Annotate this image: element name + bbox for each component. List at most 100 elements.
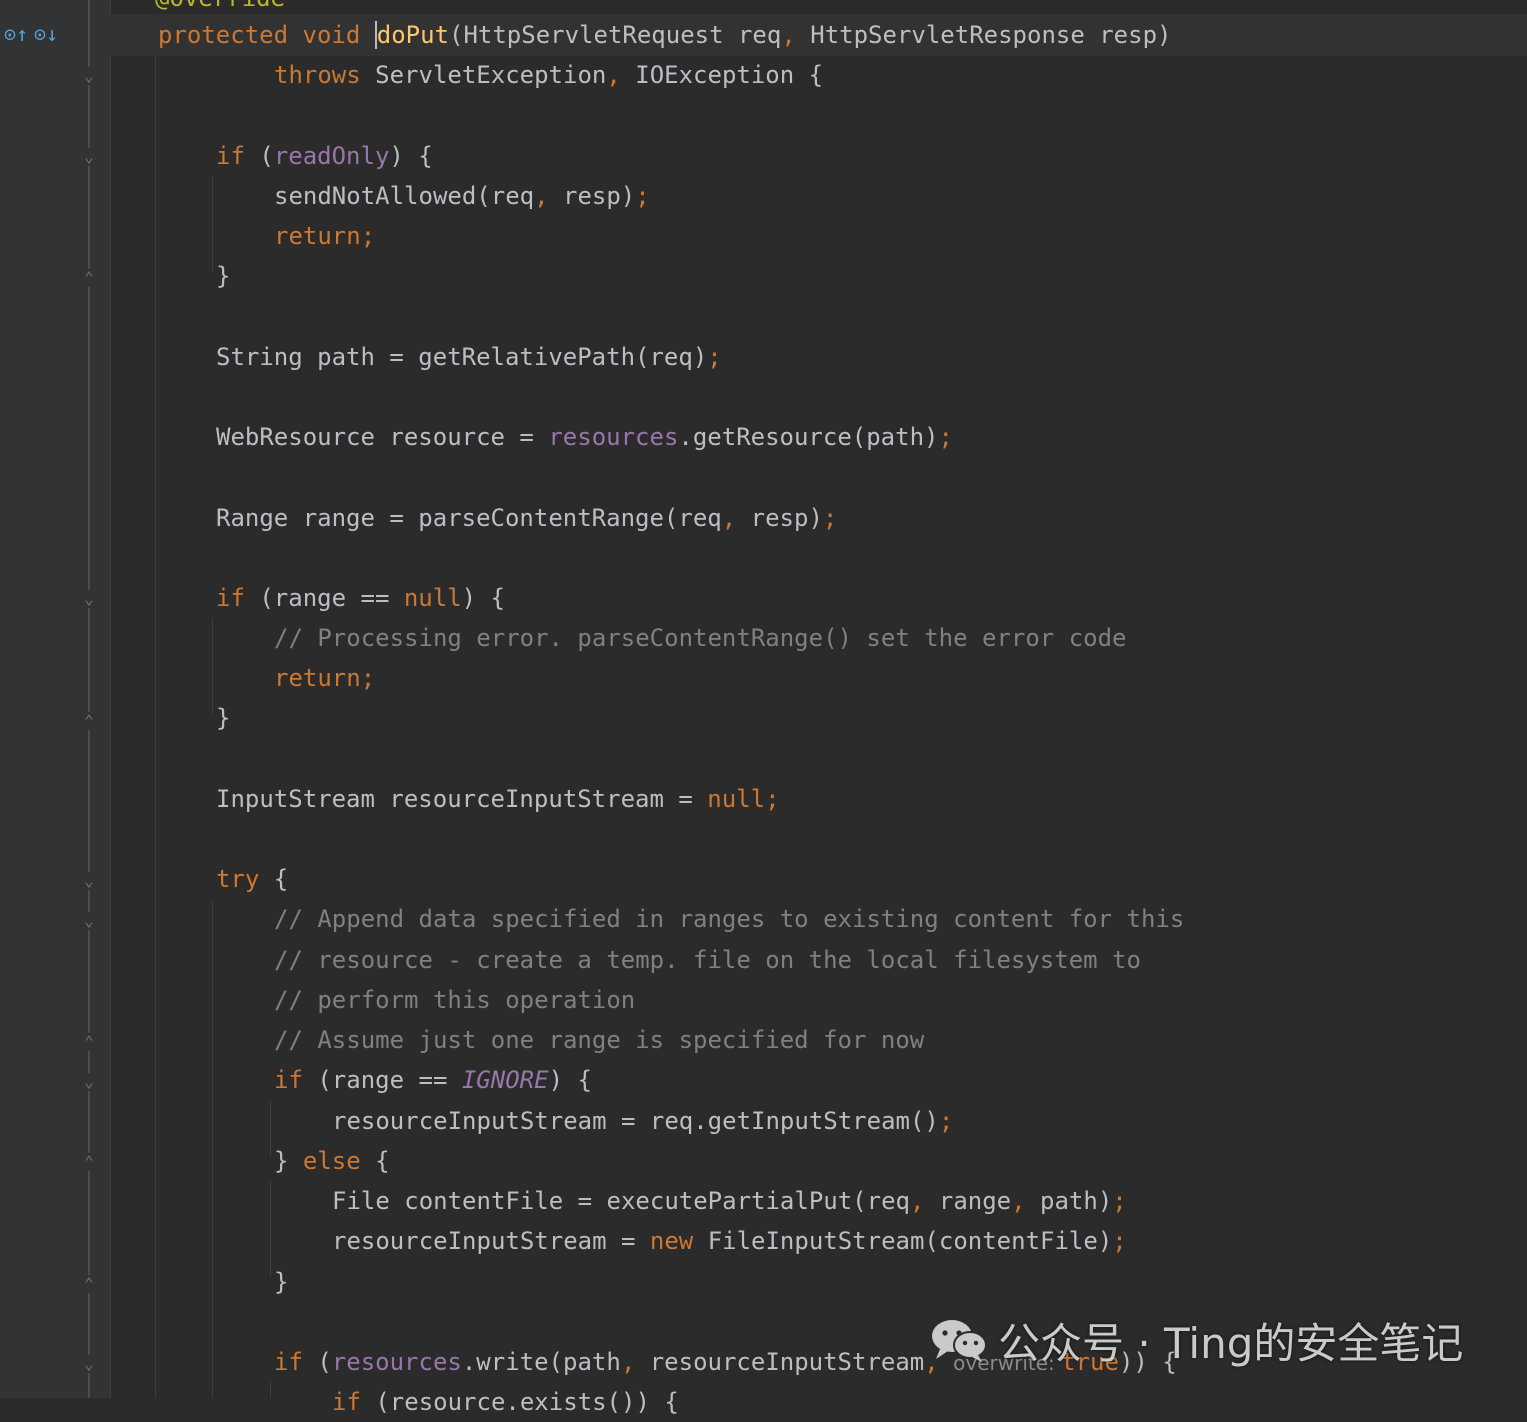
indent-guide	[270, 1382, 271, 1398]
code-line-input-stream[interactable]: InputStream resourceInputStream = null;	[216, 779, 780, 819]
fold-marker-icon[interactable]: ⌄	[80, 872, 98, 890]
code-token: ;	[822, 504, 838, 532]
fold-end-marker-icon[interactable]: ⌃	[80, 1033, 98, 1051]
code-token: (HttpServletRequest req	[449, 21, 782, 49]
code-token: {	[273, 865, 289, 893]
code-token: resp)	[563, 182, 636, 210]
code-line-if-range-null[interactable]: if (range == null) {	[216, 578, 505, 618]
fold-marker-icon[interactable]: ⌄	[80, 590, 98, 608]
indent-guide	[270, 1181, 271, 1277]
code-token: ;	[1112, 1227, 1127, 1255]
code-token: ) {	[548, 1066, 592, 1094]
code-line-throws[interactable]: throws ServletException, IOException {	[274, 55, 823, 95]
code-token: (	[317, 1348, 332, 1376]
code-token: .getResource(path)	[678, 423, 939, 451]
code-line-close-brace[interactable]: }	[216, 256, 230, 296]
code-line-get-input-stream[interactable]: resourceInputStream = req.getInputStream…	[332, 1101, 953, 1141]
code-token: resourceInputStream = req.getInputStream…	[332, 1107, 939, 1135]
code-line-close-brace[interactable]: }	[216, 698, 230, 738]
code-token: HttpServletResponse resp)	[810, 21, 1172, 49]
fold-end-marker-icon[interactable]: ⌃	[80, 1275, 98, 1293]
code-token: sendNotAllowed(req	[274, 182, 535, 210]
code-token: ;	[938, 423, 953, 451]
code-line-if-ignore[interactable]: if (range == IGNORE) {	[274, 1060, 592, 1100]
code-token: new	[649, 1227, 708, 1255]
code-line-content-file[interactable]: File contentFile = executePartialPut(req…	[332, 1181, 1127, 1221]
code-token: (range ==	[317, 1066, 462, 1094]
code-token: protected	[158, 21, 303, 49]
code-token: resources	[548, 423, 679, 451]
code-token: if	[274, 1348, 318, 1376]
fold-marker-icon[interactable]: ⌄	[80, 1355, 98, 1373]
code-line-comment[interactable]: // Processing error. parseContentRange()…	[274, 618, 1127, 658]
code-line-try[interactable]: try {	[216, 859, 288, 899]
code-line-else[interactable]: } else {	[274, 1141, 390, 1181]
code-token: void	[302, 21, 375, 49]
editor-gutter	[0, 0, 110, 1398]
fold-end-marker-icon[interactable]: ⌃	[80, 712, 98, 730]
code-token: InputStream resourceInputStream =	[216, 785, 708, 813]
indent-guide	[270, 1101, 271, 1157]
code-token: resources	[331, 1348, 462, 1376]
code-line-comment[interactable]: // Assume just one range is specified fo…	[274, 1020, 924, 1060]
code-token: else	[302, 1147, 376, 1175]
code-token: }	[216, 262, 231, 290]
fold-marker-icon[interactable]: ⌄	[80, 1073, 98, 1091]
code-line-send-not-allowed[interactable]: sendNotAllowed(req, resp);	[274, 176, 650, 216]
wechat-icon	[932, 1320, 987, 1362]
code-line-signature[interactable]: protected void doPut(HttpServletRequest …	[158, 15, 1171, 55]
code-token: (resource.exists()) {	[375, 1388, 679, 1416]
code-token: ,	[909, 1187, 939, 1215]
code-line-path[interactable]: String path = getRelativePath(req);	[216, 337, 722, 377]
code-token: resp)	[750, 504, 823, 532]
code-token: WebResource resource =	[216, 423, 549, 451]
code-token: ;	[938, 1107, 954, 1135]
code-line-if-exists[interactable]: if (resource.exists()) {	[332, 1382, 679, 1422]
code-line-if-readonly[interactable]: if (readOnly) {	[216, 136, 433, 176]
code-token: doPut	[374, 21, 449, 49]
fold-marker-icon[interactable]: ⌄	[80, 67, 98, 85]
code-token: try	[216, 865, 274, 893]
code-token: .write(path	[461, 1348, 621, 1376]
code-token: ,	[721, 504, 751, 532]
overrides-method-icon[interactable]: ⊙↑	[4, 24, 28, 44]
fold-end-marker-icon[interactable]: ⌃	[80, 269, 98, 287]
code-line-return[interactable]: return;	[274, 216, 375, 256]
code-line-return[interactable]: return;	[274, 658, 375, 698]
code-line-resource[interactable]: WebResource resource = resources.getReso…	[216, 417, 953, 457]
code-token: throws	[274, 61, 376, 89]
code-line-comment[interactable]: // Append data specified in ranges to ex…	[274, 899, 1184, 939]
code-token: // Processing error. parseContentRange()…	[274, 624, 1127, 652]
code-token: Range range = parseContentRange(req	[216, 504, 722, 532]
indent-guide	[212, 176, 213, 272]
code-token: // perform this operation	[274, 986, 636, 1014]
code-line-comment[interactable]: // perform this operation	[274, 980, 635, 1020]
code-token: String path = getRelativePath(req)	[216, 343, 708, 371]
code-token: IGNORE	[461, 1066, 549, 1094]
code-token: return;	[274, 664, 376, 692]
code-token: (range ==	[259, 584, 404, 612]
code-line-file-input-stream[interactable]: resourceInputStream = new FileInputStrea…	[332, 1221, 1127, 1261]
code-token: path)	[1040, 1187, 1113, 1215]
indent-guide	[212, 618, 213, 714]
code-token: null	[403, 584, 462, 612]
fold-guide-line	[88, 0, 90, 1398]
code-line-close-brace[interactable]: }	[274, 1262, 288, 1302]
code-token: if	[216, 142, 260, 170]
code-token: // Assume just one range is specified fo…	[274, 1026, 925, 1054]
code-token: readOnly	[273, 142, 390, 170]
code-token: if	[274, 1066, 318, 1094]
fold-marker-icon[interactable]: ⌄	[80, 148, 98, 166]
code-token: range	[938, 1187, 1012, 1215]
code-line-comment[interactable]: // resource - create a temp. file on the…	[274, 940, 1141, 980]
indent-guide	[155, 56, 156, 1398]
code-token: ;	[1112, 1187, 1127, 1215]
code-token: {	[375, 1147, 390, 1175]
code-token: ServletException	[375, 61, 607, 89]
overridden-method-icon[interactable]: ⊙↓	[34, 24, 58, 44]
fold-marker-icon[interactable]: ⌄	[80, 912, 98, 930]
code-token: }	[274, 1268, 289, 1296]
code-token: resourceInputStream	[649, 1348, 925, 1376]
fold-end-marker-icon[interactable]: ⌃	[80, 1153, 98, 1171]
code-line-range[interactable]: Range range = parseContentRange(req, res…	[216, 498, 837, 538]
